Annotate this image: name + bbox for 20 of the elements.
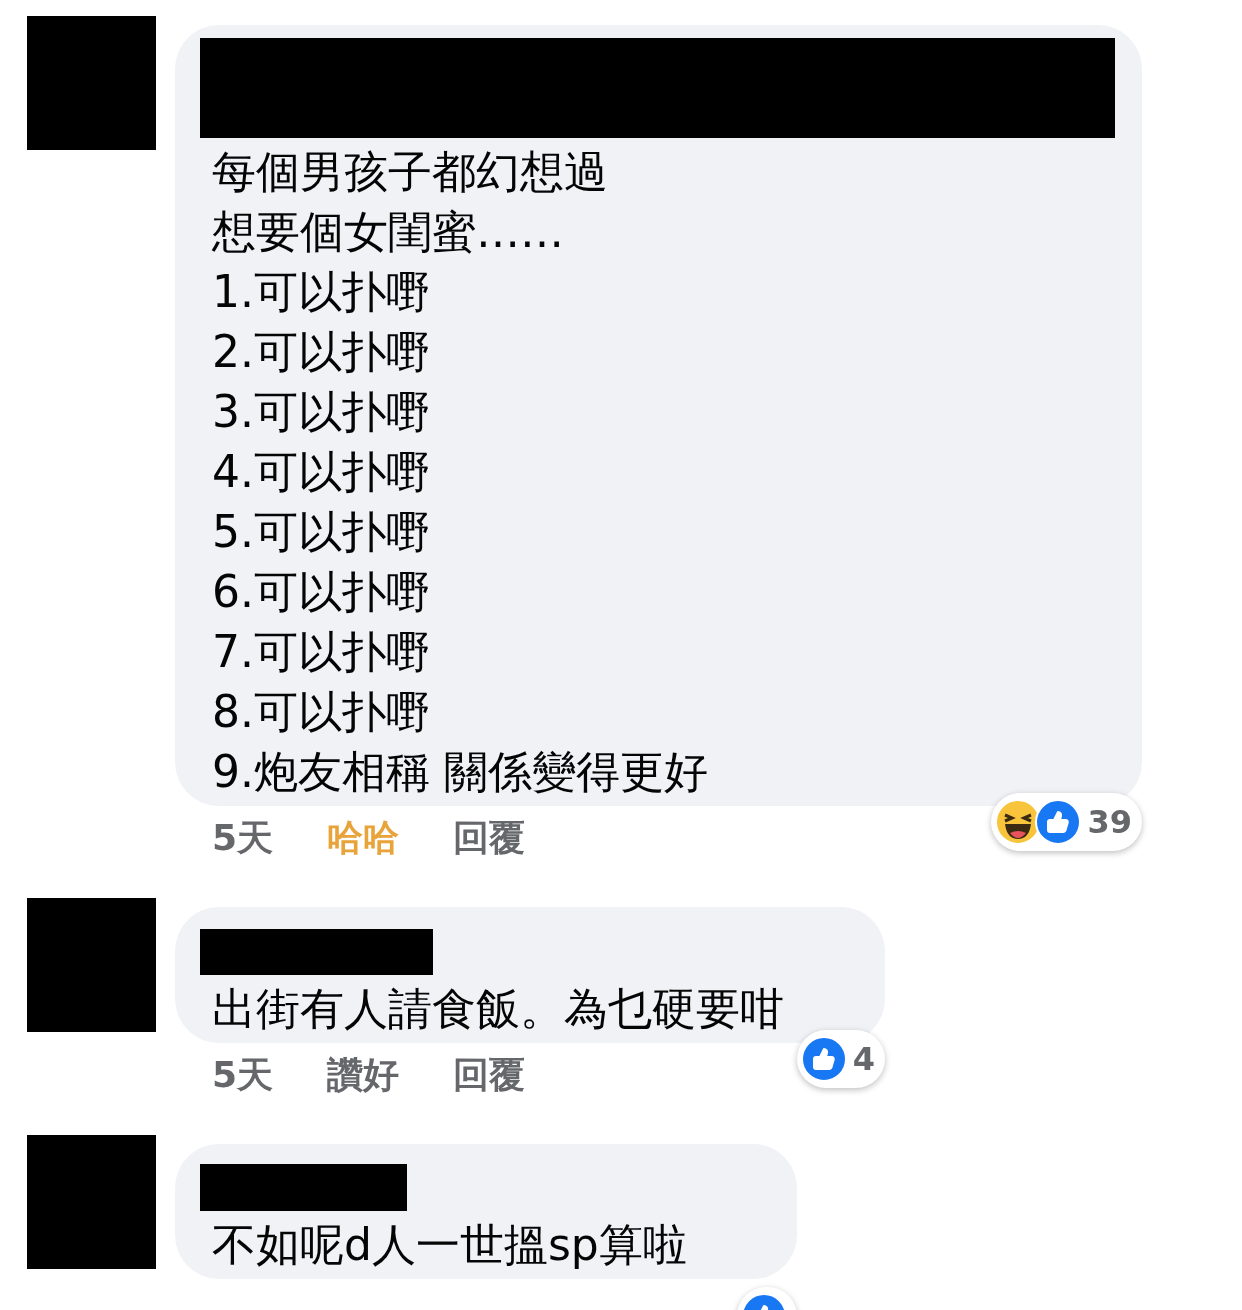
comment-text: 3.可以扑嘢: [212, 385, 431, 439]
comment-text: 6.可以扑嘢: [212, 565, 431, 619]
reaction-summary[interactable]: 39: [991, 793, 1142, 851]
comment-text: 5.可以扑嘢: [212, 505, 431, 559]
comment-text: 7.可以扑嘢: [212, 625, 431, 679]
comment-text: 出街有人請食飯。為乜硬要咁: [212, 982, 785, 1036]
comment-text: 4.可以扑嘢: [212, 445, 431, 499]
comment-text: 8.可以扑嘢: [212, 685, 431, 739]
comment-text: 每個男孩子都幻想過: [212, 145, 609, 199]
reply-link[interactable]: 回覆: [453, 814, 526, 862]
timestamp: 5天: [212, 1053, 274, 1097]
comment-text: 2.可以扑嘢: [212, 325, 431, 379]
comment-text: 想要個女閨蜜……: [212, 205, 565, 259]
reaction-link[interactable]: 讚好: [327, 1051, 400, 1099]
comment-text: 1.可以扑嘢: [212, 265, 431, 319]
timestamp: 5天: [212, 816, 274, 860]
comment-text: 9.炮友相稱 關係變得更好: [212, 745, 709, 799]
reaction-summary[interactable]: 4: [796, 1030, 885, 1088]
comment-text: 不如呢d人一世搵sp算啦: [212, 1218, 688, 1272]
reply-link[interactable]: 回覆: [453, 1051, 526, 1099]
